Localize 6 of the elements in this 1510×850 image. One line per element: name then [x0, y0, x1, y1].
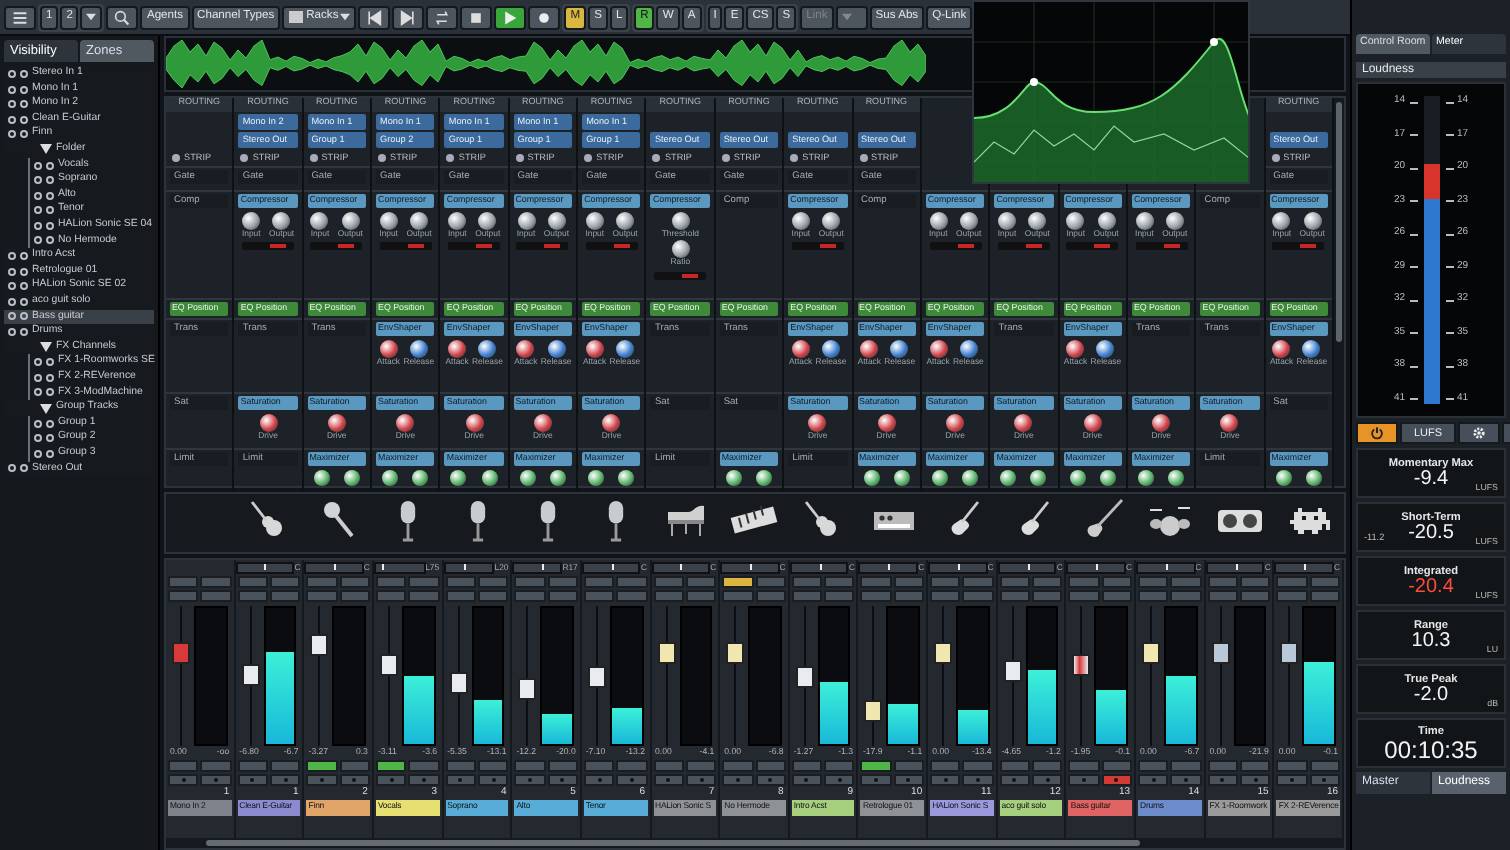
stat-value: -9.4	[1413, 469, 1449, 490]
stat-value: 10.3	[1411, 631, 1451, 652]
stat-value: -20.5	[1408, 523, 1454, 544]
stat-value: -2.0	[1413, 685, 1449, 706]
stat-value: -20.4	[1408, 577, 1454, 598]
stat-value: 00:10:35	[1384, 737, 1478, 762]
